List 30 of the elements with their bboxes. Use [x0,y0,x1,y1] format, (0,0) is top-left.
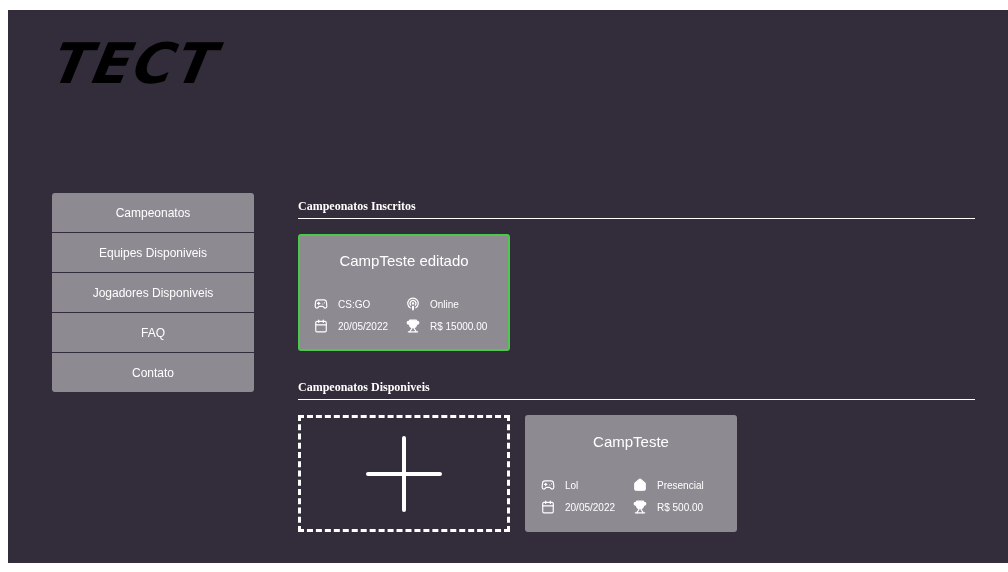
sidebar-item[interactable]: Contato [52,353,254,392]
section-title: Campeonatos Disponiveis [298,380,430,394]
sidebar-item[interactable]: FAQ [52,313,254,352]
section-title: Campeonatos Inscritos [298,199,416,213]
card-title: CampTeste [593,432,669,452]
card-detail: R$ 500.00 [657,500,704,515]
house-icon [633,478,647,492]
card-detail: R$ 15000.00 [430,319,488,334]
trophy-icon [406,319,420,333]
trophy-icon [633,500,647,514]
calendar-icon [541,500,555,514]
sidebar-item[interactable]: Campeonatos [52,193,254,232]
calendar-icon [314,319,328,333]
plus-icon [366,435,442,512]
card-title: CampTeste editado [339,251,469,271]
gamepad-icon [541,478,555,492]
card-detail: Lol [565,478,579,493]
card-detail: 20/05/2022 [565,500,616,515]
gamepad-icon [314,297,328,311]
logo: TECT [48,36,224,92]
add-card-button[interactable] [298,415,510,532]
championship-card[interactable]: CampTeste Lol Presencial 20/05/2022 R$ 500.00 [525,415,737,532]
card-detail: Online [430,297,459,312]
card-detail: 20/05/2022 [338,319,389,334]
championship-card[interactable]: CampTeste editado CS:GO Online 20/05/2022 R$ 15000.00 [298,234,510,351]
card-detail: CS:GO [338,297,371,312]
sidebar-item[interactable]: Jogadores Disponiveis [52,273,254,312]
sidebar-item[interactable]: Equipes Disponiveis [52,233,254,272]
broadcast-icon [406,297,420,311]
card-detail: Presencial [657,478,704,493]
